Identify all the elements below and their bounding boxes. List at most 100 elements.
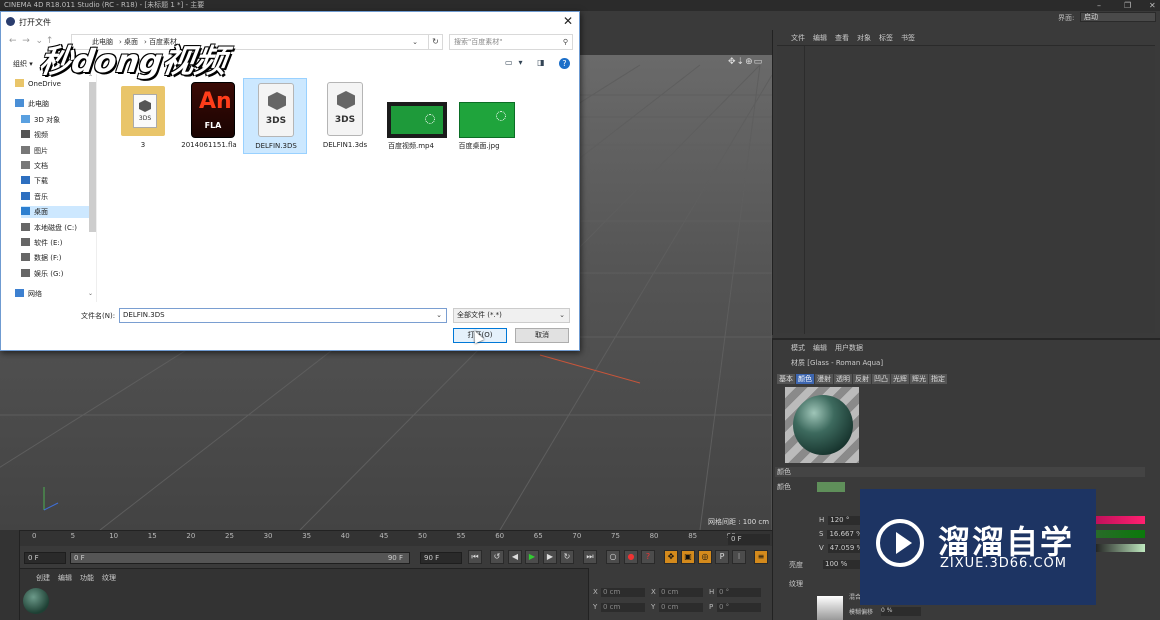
move-key-icon[interactable]: ✥ [664, 550, 678, 564]
sidebar-item[interactable]: 娱乐 (G:) [21, 268, 93, 280]
coord-row-y: Y0 cm Y 0 cm P 0 ° [593, 603, 767, 612]
chevron-down-icon[interactable]: ⌄ [436, 309, 442, 322]
range-slider[interactable]: 0 F 90 F [70, 552, 410, 564]
material-thumbnail[interactable] [23, 588, 49, 614]
object-menu-item[interactable]: 标签 [879, 34, 893, 42]
tab-2[interactable]: 漫射 [815, 374, 833, 384]
play-icon[interactable]: ▶ [525, 550, 539, 564]
organize-menu[interactable]: 组织 ▾ [13, 59, 33, 69]
sidebar-item[interactable]: 桌面 [21, 206, 93, 219]
timeline-tick-label: 80 [649, 532, 659, 540]
minimize-icon[interactable]: – [1097, 0, 1101, 11]
value-slider[interactable] [1095, 544, 1145, 552]
view-options-icon[interactable]: ▭▾ ◨ [505, 58, 551, 67]
go-end-icon[interactable]: ⏭ [583, 550, 597, 564]
section-header-color[interactable]: 颜色 [775, 467, 1145, 477]
prev-key-icon[interactable]: ↺ [490, 550, 504, 564]
file-item[interactable]: 3DS DELFIN.3DS [243, 78, 307, 154]
close-icon[interactable]: ✕ [563, 14, 573, 28]
filename-input[interactable]: DELFIN.3DS ⌄ [119, 308, 447, 323]
attribute-menu-item[interactable]: 编辑 [813, 344, 827, 352]
sidebar-item[interactable]: 软件 (E:) [21, 237, 93, 249]
rotate-key-icon[interactable]: ◎ [698, 550, 712, 564]
timeline-tick-label: 75 [611, 532, 620, 540]
object-menu-item[interactable]: 书签 [901, 34, 915, 42]
hue-slider[interactable] [1095, 516, 1145, 524]
sidebar-scrollbar[interactable] [89, 82, 96, 232]
object-menu-item[interactable]: 文件 [791, 34, 805, 42]
sidebar-item[interactable]: 图片 [21, 145, 93, 157]
sidebar-item[interactable]: 数据 (F:) [21, 252, 93, 264]
saturation-slider[interactable] [1095, 530, 1145, 538]
c4d-app-icon [6, 17, 15, 26]
file-name: 2014061151.fla [181, 141, 237, 149]
file-type-select[interactable]: 全部文件 (*.*) ⌄ [453, 308, 570, 323]
refresh-icon[interactable]: ↻ [429, 34, 443, 50]
attribute-menu-item[interactable]: 模式 [791, 344, 805, 352]
texture-preview[interactable] [817, 596, 843, 620]
keyframe-icon[interactable]: ○ [606, 550, 620, 564]
next-frame-icon[interactable]: ▶ [543, 550, 557, 564]
close-icon[interactable]: ✕ [1149, 0, 1156, 11]
object-menu-item[interactable]: 编辑 [813, 34, 827, 42]
chevron-down-icon[interactable]: ⌄ [559, 309, 565, 322]
file-item[interactable]: An FLA 2014061151.fla [177, 78, 241, 154]
timeline-menu-icon[interactable]: ≡ [754, 550, 768, 564]
auto-key-icon[interactable]: ? [641, 550, 655, 564]
sidebar-item[interactable]: 此电脑 [15, 98, 87, 110]
3ds-file-icon: 3DS [321, 82, 369, 138]
layout-select[interactable]: 启动 [1080, 12, 1156, 22]
sidebar-item[interactable]: 音乐 [21, 191, 93, 203]
sidebar-item[interactable]: 文档 [21, 160, 93, 172]
tab-5[interactable]: 凹凸 [872, 374, 890, 384]
value-row: V 47.059 % [819, 544, 866, 553]
object-list[interactable] [777, 45, 1155, 334]
timeline-ruler[interactable] [20, 530, 772, 546]
chevron-down-icon[interactable]: ⌄ [412, 35, 418, 49]
current-frame-field[interactable]: 0 F [728, 534, 770, 545]
attribute-menu-item[interactable]: 用户数据 [835, 344, 863, 352]
drive-icon [21, 253, 30, 262]
scale-key-icon[interactable]: ▣ [681, 550, 695, 564]
next-key-icon[interactable]: ↻ [560, 550, 574, 564]
drive-icon [21, 222, 30, 231]
material-menu-item[interactable]: 功能 [80, 574, 94, 582]
tab-1[interactable]: 颜色 [796, 374, 814, 384]
tab-4[interactable]: 反射 [853, 374, 871, 384]
sidebar-item[interactable]: 下载 [21, 175, 93, 187]
file-item[interactable]: 百度桌面.jpg [447, 78, 515, 154]
param-key-icon[interactable]: P [715, 550, 729, 564]
help-icon[interactable]: ? [559, 58, 570, 69]
tab-8[interactable]: 指定 [929, 374, 947, 384]
cancel-button[interactable]: 取消 [515, 328, 569, 343]
object-menu-item[interactable]: 查看 [835, 34, 849, 42]
file-item[interactable]: 百度视频.mp4 [379, 78, 447, 154]
tab-6[interactable]: 光辉 [891, 374, 909, 384]
prev-frame-icon[interactable]: ◀ [508, 550, 522, 564]
go-start-icon[interactable]: ⏮ [468, 550, 482, 564]
end-frame-field[interactable]: 90 F [420, 552, 462, 564]
tab-0[interactable]: 基本 [777, 374, 795, 384]
color-swatch[interactable] [817, 482, 845, 492]
start-frame-field[interactable]: 0 F [24, 552, 66, 564]
tab-3[interactable]: 透明 [834, 374, 852, 384]
sidebar-item[interactable]: 本地磁盘 (C:) [21, 222, 93, 234]
search-input[interactable]: 搜索"百度素材" ⚲ [449, 34, 573, 50]
pla-key-icon[interactable]: ⁝ [732, 550, 746, 564]
file-item[interactable]: 3DS 3 [111, 78, 175, 154]
material-menu-item[interactable]: 创建 [36, 574, 50, 582]
scroll-down-icon[interactable]: ⌄ [88, 290, 93, 297]
material-menu-item[interactable]: 纹理 [102, 574, 116, 582]
viewport-nav-icons[interactable]: ✥⇣⊕▭ [728, 57, 763, 67]
blur-field[interactable]: 0 % [881, 607, 921, 616]
tab-7[interactable]: 辉光 [910, 374, 928, 384]
sidebar-item[interactable]: 网络 [15, 288, 87, 300]
sidebar-item[interactable]: 3D 对象 [21, 114, 93, 126]
file-item[interactable]: 3DS DELFIN1.3ds [313, 78, 377, 154]
file-list: 3DS 3 An FLA 2014061151.fla 3DS DELFIN.3DS 3DS D… [111, 78, 571, 298]
material-menu-item[interactable]: 编辑 [58, 574, 72, 582]
record-icon[interactable]: ● [624, 550, 638, 564]
maximize-icon[interactable]: ❐ [1124, 0, 1131, 11]
sidebar-item[interactable]: 视频 [21, 129, 93, 141]
object-menu-item[interactable]: 对象 [857, 34, 871, 42]
